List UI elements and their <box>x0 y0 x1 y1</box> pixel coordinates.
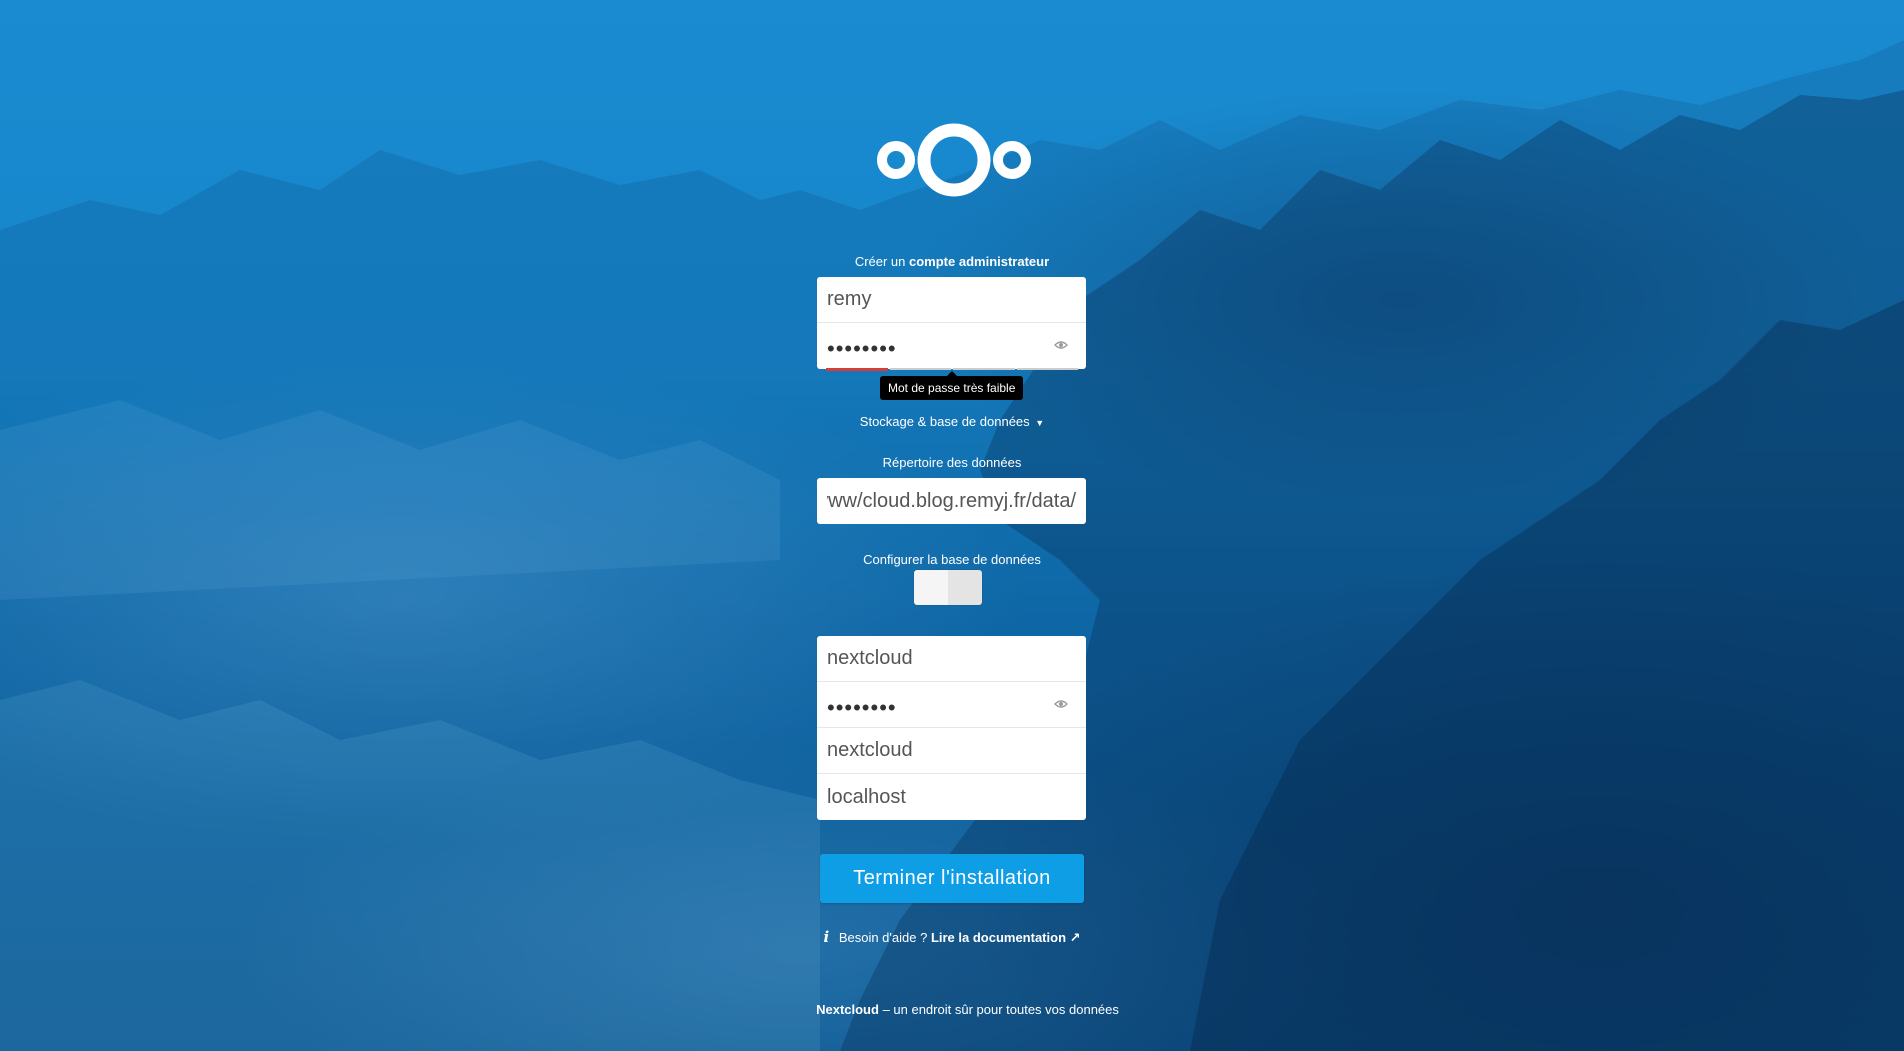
data-dir-group <box>817 478 1086 524</box>
help-line: i Besoin d'aide ? Lire la documentation … <box>817 928 1087 946</box>
db-name-input[interactable] <box>817 728 1086 773</box>
db-type-option-2[interactable] <box>948 570 982 605</box>
data-dir-input[interactable] <box>817 478 1086 524</box>
read-docs-link[interactable]: Lire la documentation ↗ <box>931 930 1081 945</box>
data-dir-field-wrapper <box>817 478 1086 524</box>
admin-username-field-wrapper <box>817 277 1086 323</box>
help-prefix: Besoin d'aide ? <box>838 930 928 945</box>
show-db-password-eye-icon[interactable] <box>1054 699 1068 709</box>
db-type-option-1[interactable] <box>914 570 948 605</box>
finish-install-button[interactable]: Terminer l'installation <box>820 854 1084 903</box>
db-password-dots: •••••••• <box>827 695 897 720</box>
admin-account-heading: Créer un compte administrateur <box>817 254 1087 269</box>
show-password-eye-icon[interactable] <box>1054 340 1068 350</box>
admin-password-field-wrapper: •••••••• <box>817 323 1086 369</box>
db-user-field-wrapper <box>817 636 1086 682</box>
strength-segment-3 <box>953 368 1015 370</box>
db-name-field-wrapper <box>817 728 1086 774</box>
info-icon: i <box>823 928 830 946</box>
configure-db-label: Configurer la base de données <box>863 552 1041 567</box>
footer-brand: Nextcloud <box>816 1002 879 1017</box>
db-user-input[interactable] <box>817 636 1086 681</box>
data-dir-label: Répertoire des données <box>882 455 1022 470</box>
strength-segment-4 <box>1016 368 1078 370</box>
db-credentials-group: •••••••• <box>817 636 1086 820</box>
admin-credentials-group: •••••••• <box>817 277 1086 369</box>
admin-heading-prefix: Créer un <box>854 254 906 269</box>
admin-username-input[interactable] <box>817 277 1086 322</box>
admin-heading-bold: compte administrateur <box>909 254 1050 269</box>
db-host-input[interactable] <box>817 774 1086 820</box>
strength-segment-1 <box>826 368 888 371</box>
strength-segment-2 <box>889 368 951 370</box>
nextcloud-logo-icon <box>877 123 1031 197</box>
db-type-selector[interactable] <box>914 570 982 605</box>
password-strength-tooltip: Mot de passe très faible <box>880 371 1024 400</box>
db-password-field-wrapper: •••••••• <box>817 682 1086 728</box>
caret-down-icon[interactable]: ▼ <box>1035 418 1044 428</box>
footer-tagline: – un endroit sûr pour toutes vos données <box>882 1002 1119 1017</box>
storage-db-toggle-label[interactable]: Stockage & base de données <box>860 414 1030 429</box>
db-host-field-wrapper <box>817 774 1086 820</box>
storage-db-toggle[interactable]: Stockage & base de données ▼ <box>817 414 1087 429</box>
admin-password-dots: •••••••• <box>827 336 897 361</box>
footer: Nextcloud – un endroit sûr pour toutes v… <box>700 1002 1235 1017</box>
